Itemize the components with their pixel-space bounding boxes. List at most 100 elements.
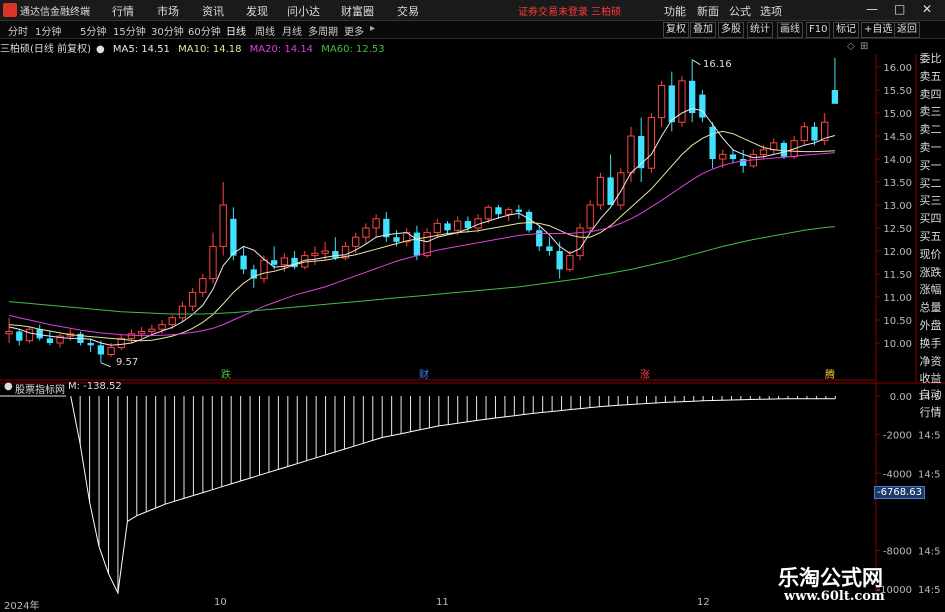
candle-body-down	[495, 207, 502, 215]
marker-teng[interactable]: 腾	[825, 366, 835, 381]
candle	[16, 329, 23, 346]
period-1min[interactable]: 1分钟	[35, 23, 61, 38]
price-tick-label: 14.00	[883, 155, 912, 166]
candle-body-down	[240, 255, 247, 270]
candle-body-down	[546, 246, 553, 251]
candle-body-down	[332, 251, 339, 258]
quote-label: 委比	[919, 52, 942, 65]
candle	[647, 113, 656, 173]
candle-body-up	[433, 222, 441, 234]
price-tick-label: 10.00	[883, 339, 912, 350]
candle-body-up	[647, 117, 656, 169]
close-icon[interactable]: ✕	[922, 2, 932, 16]
ma-lines	[8, 59, 836, 368]
period-5min[interactable]: 5分钟	[80, 23, 106, 38]
quote-label: 卖四	[919, 87, 942, 101]
tool-biaoji[interactable]: 标记	[833, 22, 859, 38]
sub-settings-dot-icon[interactable]: ●	[4, 381, 13, 392]
quote-label: 行情	[919, 406, 942, 419]
candle-body-up	[627, 135, 635, 174]
menu-jiaoyi[interactable]: 交易	[397, 3, 419, 19]
period-toolbar: 分时 1分钟 5分钟 15分钟 30分钟 60分钟 日线 周线 月线 多周期 更…	[0, 21, 945, 39]
tool-diejia[interactable]: 叠加	[690, 22, 716, 38]
candle	[709, 122, 716, 169]
candle	[566, 251, 574, 272]
menu-shichang[interactable]: 市场	[157, 3, 179, 19]
period-more[interactable]: 更多	[344, 23, 364, 38]
candle-body-up	[25, 328, 34, 342]
candle	[495, 205, 502, 219]
quote-label: 外盘	[919, 319, 942, 332]
candle	[596, 172, 605, 210]
candle-body-down	[464, 221, 472, 228]
tool-fanhui[interactable]: 返回	[894, 22, 920, 38]
tool-tongji[interactable]: 统计	[747, 22, 773, 38]
candle-body-up	[504, 209, 513, 215]
candle-body-up	[311, 252, 319, 257]
candle-body-up	[586, 204, 594, 229]
chart-canvas: 16.00 15.50 15.00 14.50 14.00 13.50 13.00 12.50…	[0, 54, 945, 596]
period-multi[interactable]: 多周期	[308, 23, 338, 38]
period-daily[interactable]: 日线	[226, 23, 246, 38]
candle	[668, 71, 675, 132]
candle	[607, 154, 614, 205]
menu-xinmian[interactable]: 新面	[697, 3, 719, 19]
candle-body-down	[811, 126, 818, 141]
candle	[770, 138, 778, 155]
candle	[46, 331, 54, 346]
period-60min[interactable]: 60分钟	[188, 23, 221, 38]
menu-zixun[interactable]: 资讯	[202, 3, 224, 19]
tool-zixuan[interactable]: +自选	[861, 22, 896, 38]
quote-label: 现价	[919, 247, 942, 261]
price-tick-label: 15.50	[883, 86, 912, 97]
more-chevron-icon[interactable]: ▸	[370, 23, 375, 34]
candle	[127, 329, 136, 343]
candle-body-up	[321, 250, 329, 254]
menu-wenxiaoda[interactable]: 问小达	[287, 3, 320, 19]
login-alert[interactable]: 证券交易未登录 三柏硕	[518, 3, 621, 18]
period-fenshi[interactable]: 分时	[8, 23, 28, 38]
menu-xuanxiang[interactable]: 选项	[760, 3, 782, 19]
quote-label: 卖二	[919, 123, 942, 137]
candle	[657, 80, 666, 127]
date-dec: 12	[697, 597, 710, 608]
menu-faxian[interactable]: 发现	[246, 3, 268, 19]
watermark-url: www.60lt.com	[784, 589, 885, 604]
tool-fuquan[interactable]: 复权	[663, 22, 689, 38]
candle-body-up	[127, 333, 136, 339]
marker-die[interactable]: 跌	[221, 366, 231, 381]
minimize-icon[interactable]: —	[866, 2, 878, 16]
candle-body-up	[362, 227, 370, 238]
marker-zhang[interactable]: 涨	[640, 366, 650, 381]
candle-body-down	[46, 338, 54, 343]
sub-chart-bars	[0, 395, 836, 595]
marker-cai[interactable]: 财	[419, 366, 429, 381]
menu-caifuquan[interactable]: 财富圈	[341, 3, 374, 19]
menu-gongshi[interactable]: 公式	[729, 3, 751, 19]
candle	[689, 59, 696, 123]
candle-body-up	[209, 245, 217, 280]
candle-body-up	[454, 220, 462, 231]
menu-gongneng[interactable]: 功能	[664, 3, 686, 19]
maximize-icon[interactable]: □	[894, 2, 905, 16]
candle-body-up	[484, 206, 492, 220]
period-15min[interactable]: 15分钟	[113, 23, 146, 38]
price-tick-label: 13.50	[883, 178, 912, 189]
tool-f10[interactable]: F10	[806, 22, 831, 38]
candle	[800, 122, 808, 146]
candle	[199, 274, 207, 297]
candle-body-down	[393, 237, 400, 242]
menu-hangqing[interactable]: 行情	[112, 3, 134, 19]
price-tick-label: 11.50	[883, 270, 912, 281]
candle	[515, 205, 523, 219]
date-2024: 2024年	[4, 601, 40, 612]
candle	[821, 113, 829, 146]
candle-body-up	[800, 126, 808, 142]
period-30min[interactable]: 30分钟	[151, 23, 184, 38]
candle	[433, 218, 441, 238]
tool-huaxian[interactable]: 画线	[777, 22, 803, 38]
period-weekly[interactable]: 周线	[255, 23, 275, 38]
candle	[117, 333, 125, 350]
period-monthly[interactable]: 月线	[282, 23, 302, 38]
tool-duogu[interactable]: 多股	[718, 22, 744, 38]
